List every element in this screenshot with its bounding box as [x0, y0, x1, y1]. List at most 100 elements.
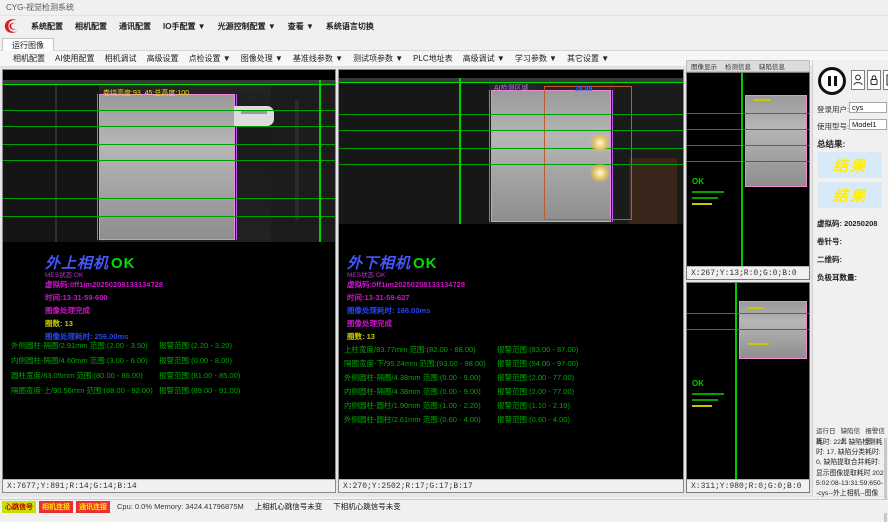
small-tab-image-display[interactable]: 图像显示 [687, 61, 721, 71]
tab-strip: 运行图像 [0, 36, 888, 51]
left-measure-row: 隔圈宽度-上/90.56mm 范围:(88.00 - 92.00) 报警范围:(… [3, 385, 335, 397]
heartbeat-badge: 心跳信号 [2, 501, 36, 513]
tool-spot-check[interactable]: 点检设置 ▼ [184, 52, 236, 65]
tool-ai-use-config[interactable]: AI使用配置 [50, 52, 100, 65]
small-view-tabstrip: 图像显示 检测信息 缺陷信息 [686, 60, 810, 72]
menu-view[interactable]: 查看 ▼ [282, 19, 320, 34]
alarm-range: 报警范围:(0.60 - 4.00) [497, 414, 570, 425]
tool-advanced-settings[interactable]: 高级设置 [142, 52, 184, 65]
alarm-range: 报警范围:(94.00 - 97.00) [497, 358, 578, 369]
alarm-range: 报警范围:(2.20 - 3.20) [159, 340, 232, 351]
menu-language-switch[interactable]: 系统语言切换 [320, 19, 380, 34]
small-top-ok: OK [692, 177, 704, 186]
middle-camera-image: AI检测区域 28.89 [339, 78, 684, 224]
alarm-range: 报警范围:(83.00 - 87.00) [497, 344, 578, 355]
menu-io-config[interactable]: IO手配置 ▼ [157, 19, 212, 34]
camera-view-upper-outer[interactable]: 卷绕高度:93, 45:总高度:100 外上相机OK MES状态:OK 虚拟码:… [2, 69, 336, 493]
left-pixel-coordinate-bar: X:7677;Y:891;R:14;G:14;B:14 [3, 479, 335, 492]
reflection-spot [589, 164, 611, 182]
camera-connect-badge: 相机连接 [39, 501, 73, 513]
middle-time: 时间:13-31-59-627 [347, 292, 410, 303]
pause-icon [828, 76, 831, 86]
lock-icon [869, 74, 879, 86]
tool-camera-config[interactable]: 相机配置 [8, 52, 50, 65]
middle-status-ok: OK [413, 255, 438, 272]
left-done: 图像处理完成 [45, 305, 90, 316]
cpu-memory-status: Cpu: 0.0% Memory: 3424.41796875M [117, 502, 244, 511]
camera-view-small-bottom[interactable]: OK X:311;Y:980;R:0;G:0;B:0 [686, 282, 810, 493]
login-user-label: 登录用户: [817, 104, 849, 115]
tool-plc-address[interactable]: PLC地址表 [408, 52, 458, 65]
login-user-button[interactable] [851, 70, 865, 90]
tool-image-processing[interactable]: 图像处理 ▼ [236, 52, 288, 65]
qr-code-label: 二维码: [817, 254, 842, 265]
menu-system-config[interactable]: 系统配置 [25, 19, 69, 34]
pin-number-label: 卷针号: [817, 236, 842, 247]
left-measure-row: 内侧圆柱-隔圈/4.60mm 范围:(3.00 - 6.00) 报警范围:(0.… [3, 355, 335, 367]
status-bar: 心跳信号 相机连接 通讯连接 Cpu: 0.0% Memory: 3424.41… [0, 499, 888, 513]
menu-comm-config[interactable]: 通讯配置 [113, 19, 157, 34]
tool-learning-params[interactable]: 学习参数 ▼ [510, 52, 562, 65]
left-status-ok: OK [111, 255, 136, 272]
measure-value: 外侧圆柱-隔圈/2.91mm 范围:(2.00 - 3.50) [11, 340, 148, 351]
middle-mes-status: MES状态:OK [347, 269, 385, 279]
alarm-range: 报警范围:(81.00 - 85.00) [159, 370, 240, 381]
small-tab-detect-info[interactable]: 检测信息 [721, 61, 755, 71]
measure-value: 内侧圆柱-隔圈/4.38mm 范围:(0.00 - 9.00) [344, 386, 481, 397]
measure-value: 外侧圆柱-隔圈/4.38mm 范围:(0.00 - 9.00) [344, 372, 481, 383]
middle-elapsed: 图像处理耗时: 166.00ms [347, 305, 430, 316]
pause-button[interactable] [818, 67, 846, 95]
measure-value: 上柱宽度/83.77mm 范围:(82.00 - 88.00) [344, 344, 476, 355]
reflection-spot [589, 134, 611, 152]
left-virtual-code: 虚拟码:0ff1im20250208133134728 [45, 279, 163, 290]
lock-button[interactable] [867, 70, 881, 90]
middle-roi-rect [544, 86, 632, 220]
measure-value: 内侧圆柱-隔圈/4.60mm 范围:(3.00 - 6.00) [11, 355, 148, 366]
middle-pixel-coordinate-bar: X:270;Y:2502;R:17;G:17;B:17 [339, 479, 683, 492]
camera-view-lower-outer[interactable]: AI检测区域 28.89 外下相机OK MES状态:OK 虚拟码:0ff1im2… [338, 69, 684, 493]
small-bottom-cell [739, 301, 807, 359]
tool-test-params[interactable]: 测试项参数 ▼ [348, 52, 408, 65]
middle-ai-region-label: AI检测区域 [494, 83, 529, 93]
control-panel: 登录用户: cys 使用型号: Model1 总结果: 结果 结果 虚拟码: 2… [812, 60, 888, 496]
tool-camera-debug[interactable]: 相机调试 [100, 52, 142, 65]
window-titlebar: CYG-视觉检测系统 [0, 0, 888, 16]
middle-turn-count: 圈数: 13 [347, 331, 375, 342]
menu-bar: 系统配置 相机配置 通讯配置 IO手配置 ▼ 光源控制配置 ▼ 查看 ▼ 系统语… [0, 16, 888, 36]
model-field[interactable]: Model1 [849, 119, 887, 130]
exit-door-icon [885, 74, 888, 86]
model-label: 使用型号: [817, 121, 849, 132]
left-measure-row: 圆柱宽度/83.05mm 范围:(80.00 - 86.00) 报警范围:(81… [3, 370, 335, 382]
vcode-value: 20250208 [844, 219, 877, 228]
middle-measure-row: 内侧圆柱-隔圈/4.38mm 范围:(0.00 - 9.00) 报警范围:(2.… [339, 386, 683, 398]
middle-measure-row: 上柱宽度/83.77mm 范围:(82.00 - 88.00) 报警范围:(83… [339, 344, 683, 356]
camera-view-small-top[interactable]: OK X:267;Y:13;R:0;G:0;B:0 [686, 72, 810, 280]
left-mes-status: MES状态:OK [45, 269, 83, 279]
small-tab-defect-info[interactable]: 缺陷信息 [755, 61, 789, 71]
small-bottom-coordinate-bar: X:311;Y:980;R:0;G:0;B:0 [687, 479, 809, 492]
alarm-range: 报警范围:(0.00 - 8.00) [159, 355, 232, 366]
result-text: 结果 [833, 185, 867, 206]
middle-measure-row: 外侧圆柱-圆柱/2.61mm 范围:(0.60 - 4.00) 报警范围:(0.… [339, 414, 683, 426]
upper-camera-heartbeat-link[interactable]: 上相机心跳信号未变 [255, 501, 323, 512]
menu-camera-config[interactable]: 相机配置 [69, 19, 113, 34]
menu-light-config[interactable]: 光源控制配置 ▼ [212, 19, 282, 34]
login-user-field[interactable]: cys [849, 102, 887, 113]
app-window: CYG-视觉检测系统 系统配置 相机配置 通讯配置 IO手配置 ▼ 光源控制配置… [0, 0, 888, 522]
window-title: CYG-视觉检测系统 [6, 3, 74, 12]
alarm-range: 报警范围:(2.00 - 77.00) [497, 372, 574, 383]
measure-value: 圆柱宽度/83.05mm 范围:(80.00 - 86.00) [11, 370, 143, 381]
result-box-lower: 结果 [818, 182, 882, 208]
middle-virtual-code: 虚拟码:0ff1im20250208133134728 [347, 279, 465, 290]
tool-other-settings[interactable]: 其它设置 ▼ [562, 52, 614, 65]
left-measure-row: 外侧圆柱-隔圈/2.91mm 范围:(2.00 - 3.50) 报警范围:(2.… [3, 340, 335, 352]
tool-baseline-params[interactable]: 基准线参数 ▼ [288, 52, 348, 65]
lower-camera-heartbeat-link[interactable]: 下相机心跳信号未变 [333, 501, 401, 512]
measure-value: 外侧圆柱-圆柱/2.61mm 范围:(0.60 - 4.00) [344, 414, 481, 425]
tool-advanced-debug[interactable]: 高级调试 ▼ [458, 52, 510, 65]
alarm-range: 报警范围:(89.00 - 91.00) [159, 385, 240, 396]
vcode-label: 虚拟码: 20250208 [817, 218, 877, 229]
exit-button[interactable] [883, 70, 888, 90]
comm-connect-badge: 通讯连接 [76, 501, 110, 513]
left-turn-count: 圈数: 13 [45, 318, 73, 329]
